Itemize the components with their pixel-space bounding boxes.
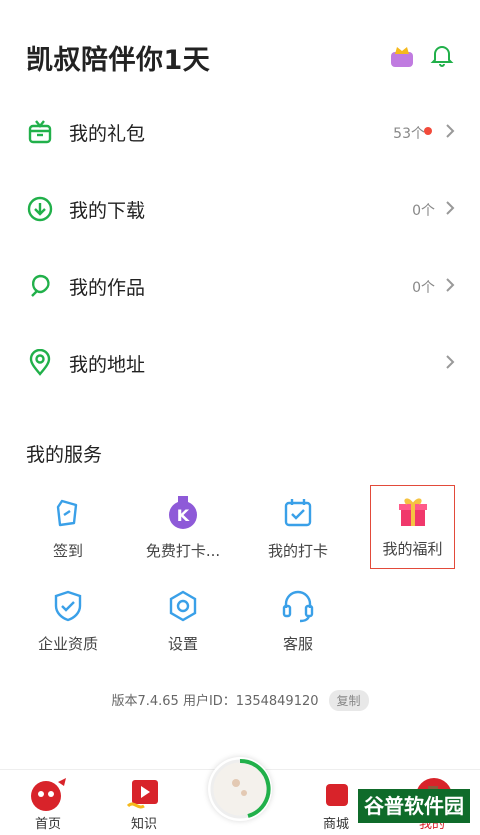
leaf-icon bbox=[31, 274, 50, 297]
service-label: 设置 bbox=[167, 635, 198, 653]
tag-icon bbox=[56, 499, 78, 527]
version-info: 版本7.4.65 用户ID：1354849120 复制 bbox=[0, 690, 480, 711]
copy-button[interactable]: 复制 bbox=[328, 690, 369, 711]
service-label: 免费打卡... bbox=[145, 542, 221, 560]
bell-icon[interactable] bbox=[430, 42, 454, 74]
service-label: 企业资质 bbox=[37, 635, 98, 653]
service-my-checkin[interactable]: 我的打卡 bbox=[243, 487, 353, 567]
download-circle-icon bbox=[27, 196, 53, 222]
headset-icon bbox=[282, 590, 314, 623]
shop-bag-icon bbox=[326, 784, 348, 806]
menu-item-count: 0个 bbox=[412, 280, 435, 296]
service-my-welfare[interactable]: 我的福利 bbox=[370, 485, 455, 569]
menu-item-downloads[interactable]: 我的下载 0个 bbox=[0, 169, 480, 246]
play-video-icon bbox=[126, 780, 158, 809]
tab-knowledge[interactable]: 知识 bbox=[104, 770, 184, 835]
calendar-check-icon bbox=[284, 499, 312, 527]
menu-item-label: 我的礼包 bbox=[69, 123, 146, 145]
tab-label: 首页 bbox=[34, 817, 61, 832]
menu-item-label: 我的作品 bbox=[69, 277, 146, 299]
service-label: 我的福利 bbox=[382, 540, 443, 558]
service-label: 签到 bbox=[52, 542, 83, 560]
menu-item-works[interactable]: 我的作品 0个 bbox=[0, 246, 480, 323]
bottom-tab-bar: 首页 知识 商城 我的 谷普软件园 bbox=[0, 757, 480, 835]
menu-item-label: 我的下载 bbox=[69, 200, 146, 222]
service-sign-in[interactable]: 签到 bbox=[13, 487, 123, 567]
services-section-title: 我的服务 bbox=[26, 444, 103, 466]
chevron-right-icon bbox=[446, 201, 455, 215]
version-text: 版本7.4.65 用户ID：1354849120 bbox=[111, 694, 319, 709]
header: 凯叔陪伴你1天 bbox=[26, 38, 480, 82]
menu-item-count: 0个 bbox=[412, 203, 435, 219]
tab-label: 知识 bbox=[130, 817, 157, 832]
service-free-checkin[interactable]: K 免费打卡... bbox=[128, 487, 238, 567]
menu-item-address[interactable]: 我的地址 bbox=[0, 323, 480, 400]
service-enterprise-qualification[interactable]: 企业资质 bbox=[13, 580, 123, 660]
svg-text:K: K bbox=[177, 506, 190, 525]
service-label: 客服 bbox=[282, 635, 313, 653]
service-settings[interactable]: 设置 bbox=[128, 580, 238, 660]
location-pin-icon bbox=[29, 349, 51, 376]
service-customer-support[interactable]: 客服 bbox=[243, 580, 353, 660]
progress-ring-icon bbox=[210, 758, 271, 819]
settings-icon bbox=[169, 590, 197, 622]
crown-badge-icon[interactable] bbox=[388, 42, 416, 74]
menu-item-count: 53个 bbox=[393, 126, 425, 142]
shield-check-icon bbox=[54, 590, 82, 622]
notification-dot bbox=[424, 127, 432, 135]
gift-box-icon bbox=[28, 120, 52, 144]
menu-item-gifts[interactable]: 我的礼包 53个 bbox=[0, 92, 480, 169]
chevron-right-icon bbox=[446, 355, 455, 369]
chevron-right-icon bbox=[446, 124, 455, 138]
menu-item-label: 我的地址 bbox=[69, 354, 146, 376]
tab-home[interactable]: 首页 bbox=[8, 770, 88, 835]
center-play-button[interactable] bbox=[208, 757, 272, 821]
home-mascot-icon bbox=[31, 778, 66, 811]
gift-icon bbox=[399, 498, 427, 526]
watermark-logo: 谷普软件园 bbox=[358, 789, 470, 823]
my-menu-list: 我的礼包 53个 我的下载 0个 我的作品 0个 我的地址 bbox=[0, 92, 480, 400]
chevron-right-icon bbox=[446, 278, 455, 292]
service-label: 我的打卡 bbox=[267, 542, 328, 560]
k-medal-icon: K bbox=[169, 496, 197, 529]
